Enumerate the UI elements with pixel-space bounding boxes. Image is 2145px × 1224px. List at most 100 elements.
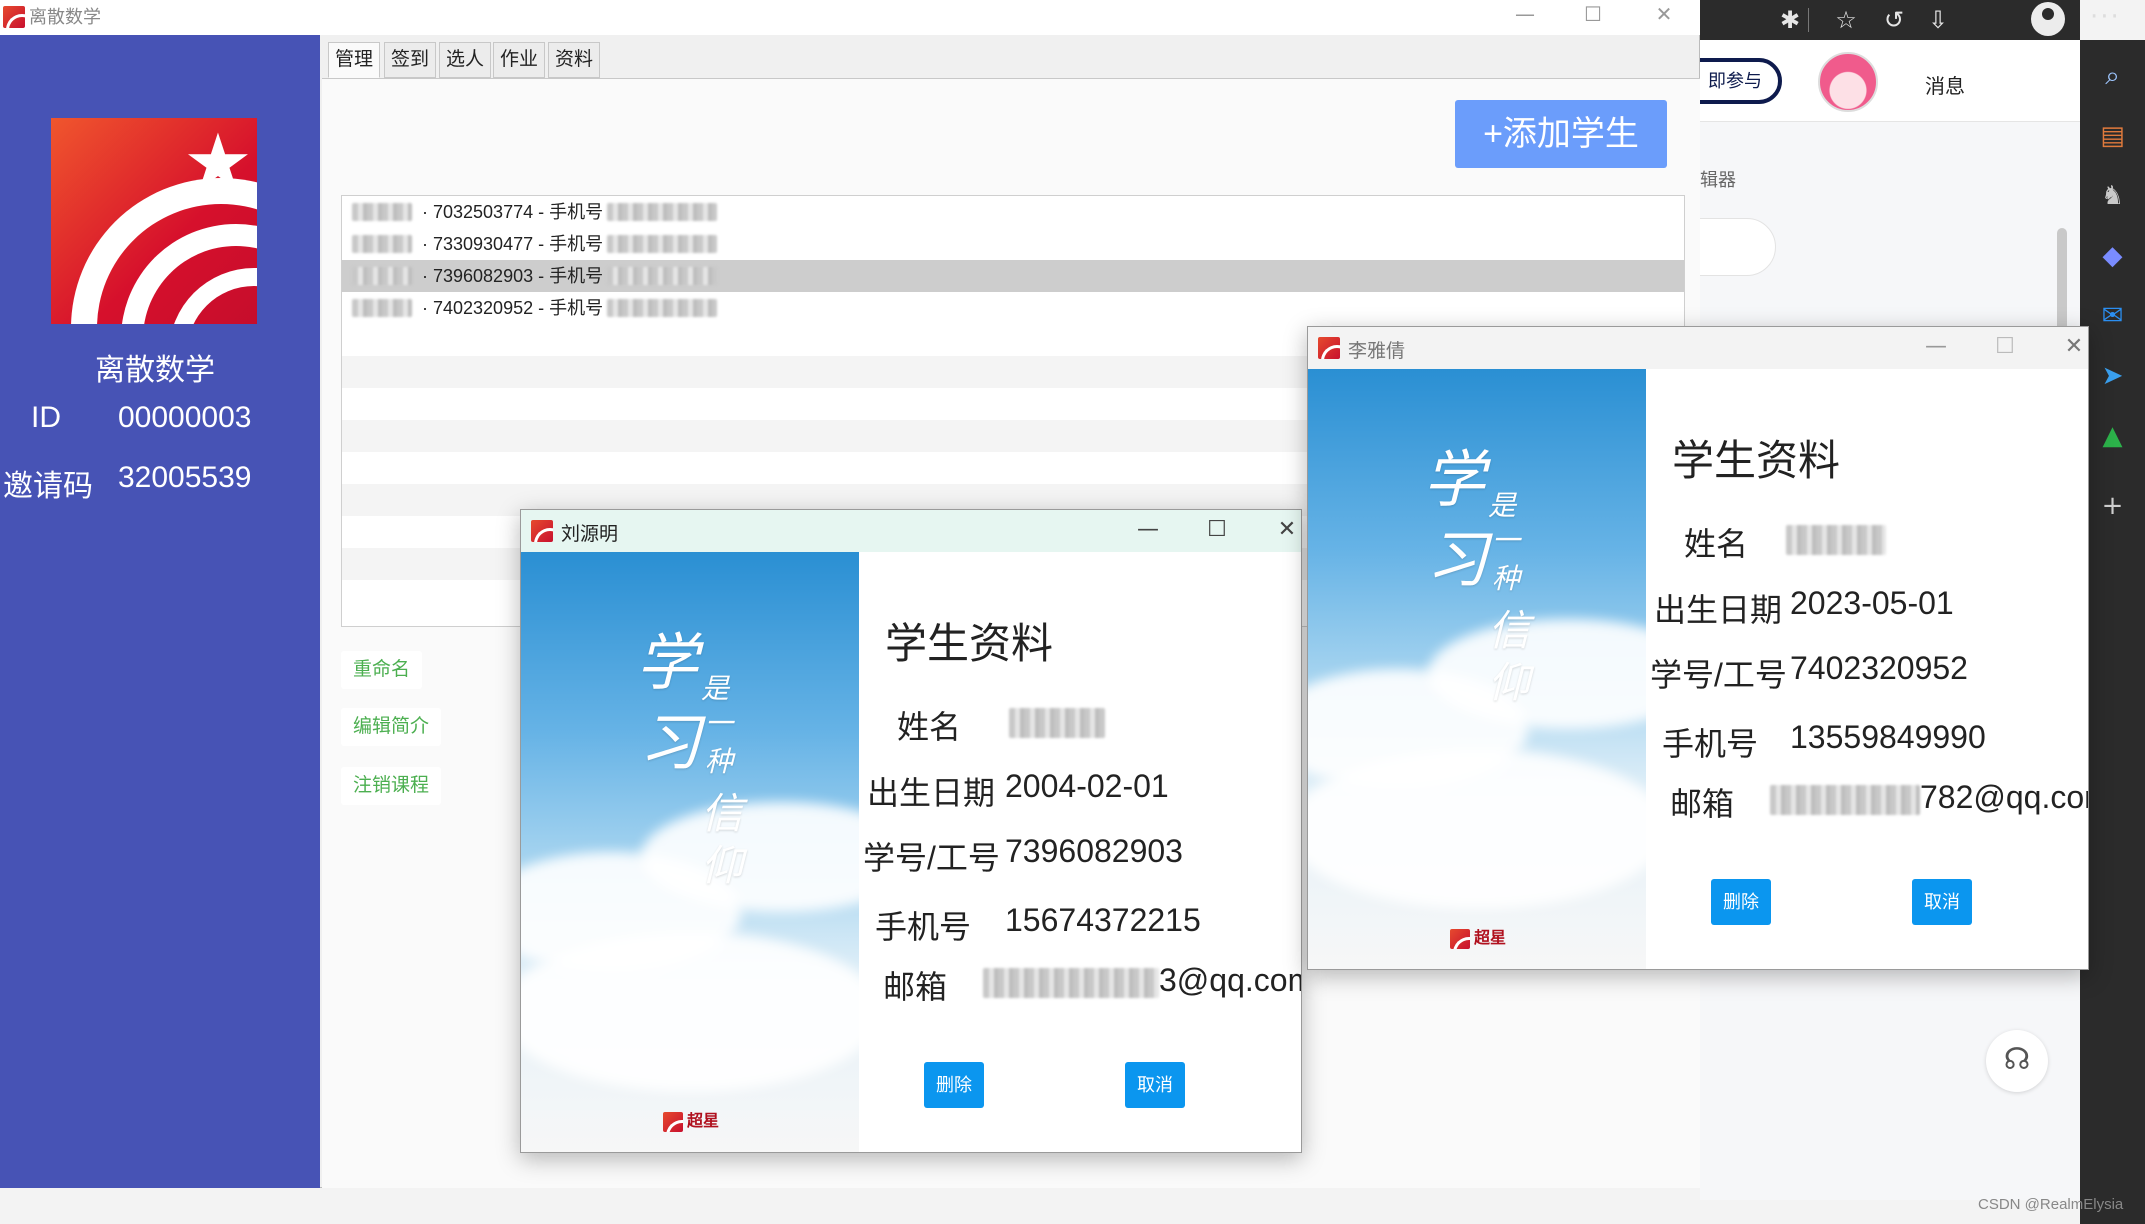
close-button[interactable]: ✕ xyxy=(1262,514,1301,546)
tab-materials[interactable]: 资料 xyxy=(548,42,600,78)
favorites-icon[interactable]: ☆ xyxy=(1828,4,1864,36)
name-label: 姓名 xyxy=(1684,526,1749,562)
course-logo-icon: ★ xyxy=(51,118,257,324)
course-id-label: ID xyxy=(31,401,61,434)
birth-value: 2004-02-01 xyxy=(1005,768,1169,804)
minimize-button[interactable]: — xyxy=(1123,514,1173,546)
redacted-phone xyxy=(607,299,717,317)
art-char: 仰 xyxy=(1488,658,1531,707)
email-label: 邮箱 xyxy=(883,969,948,1005)
redacted-email xyxy=(1770,785,1920,815)
name-label: 姓名 xyxy=(897,709,962,745)
tab-checkin[interactable]: 签到 xyxy=(384,42,436,78)
extensions-icon[interactable]: ✱ xyxy=(1772,4,1808,36)
redacted-name xyxy=(352,203,412,221)
minimize-button[interactable]: — xyxy=(1911,331,1961,363)
outlook-icon[interactable]: ✉ xyxy=(2080,294,2145,338)
birth-value: 2023-05-01 xyxy=(1790,585,1954,621)
dialog-title: 刘源明 xyxy=(561,524,619,545)
email-value: 782@qq.com xyxy=(1920,779,2088,815)
browser-toolbar: ✱ ☆ ↺ ⇩ ··· xyxy=(1700,0,2119,40)
art-char: 一 xyxy=(705,707,734,740)
downloads-icon[interactable]: ⇩ xyxy=(1920,4,1956,36)
list-item[interactable]: · 7396082903 - 手机号 xyxy=(342,260,1684,292)
birth-label: 出生日期 xyxy=(867,775,996,811)
close-button[interactable]: ✕ xyxy=(2049,331,2088,363)
dialog-title: 李雅倩 xyxy=(1348,341,1406,362)
cancel-button[interactable]: 取消 xyxy=(1125,1062,1185,1108)
list-item[interactable]: · 7402320952 - 手机号 xyxy=(342,292,1684,324)
course-id-value: 00000003 xyxy=(118,401,252,434)
art-char: 种 xyxy=(1492,562,1521,595)
maximize-button[interactable]: ☐ xyxy=(1561,0,1625,30)
art-char: 种 xyxy=(705,745,734,778)
editor-label: 辑器 xyxy=(1700,170,1736,190)
tools-icon[interactable]: ▤ xyxy=(2080,114,2145,158)
headset-icon[interactable]: ☊ xyxy=(1986,1030,2048,1092)
profile-icon[interactable] xyxy=(2031,2,2065,36)
edit-intro-button[interactable]: 编辑简介 xyxy=(341,708,442,746)
add-icon[interactable]: + xyxy=(2080,484,2145,528)
course-name: 离散数学 xyxy=(95,354,215,387)
brand-logo: 超星 xyxy=(1450,924,1506,949)
student-id-value: 7396082903 xyxy=(1005,833,1183,869)
art-char: 是 xyxy=(1488,489,1517,522)
delete-button[interactable]: 删除 xyxy=(924,1062,984,1108)
tree-icon[interactable]: ▲ xyxy=(2080,414,2145,458)
brand-text: 超星 xyxy=(687,1113,720,1130)
star-icon: ★ xyxy=(183,118,253,208)
history-icon[interactable]: ↺ xyxy=(1876,4,1912,36)
dialog-title-bar: 刘源明 — ☐ ✕ xyxy=(521,510,1301,552)
list-item-text: · 7330930477 - 手机号 xyxy=(422,234,604,254)
cancel-button[interactable]: 取消 xyxy=(1912,879,1972,925)
redacted-phone xyxy=(607,235,717,253)
tab-manage[interactable]: 管理 xyxy=(328,42,380,78)
delete-button[interactable]: 删除 xyxy=(1711,879,1771,925)
app-logo-icon xyxy=(663,1111,683,1132)
search-icon[interactable]: ⌕ xyxy=(2080,54,2145,98)
list-item[interactable]: · 7330930477 - 手机号 xyxy=(342,228,1684,260)
dialog-title-bar: 李雅倩 — ☐ ✕ xyxy=(1308,327,2088,369)
redacted-name xyxy=(352,299,412,317)
profile-heading: 学生资料 xyxy=(1672,437,1841,484)
cancel-course-button[interactable]: 注销课程 xyxy=(341,767,442,805)
more-icon[interactable]: ··· xyxy=(2090,2,2121,32)
tab-homework[interactable]: 作业 xyxy=(493,42,545,78)
watermark: CSDN @RealmElysia xyxy=(1978,1196,2124,1213)
list-item[interactable]: · 7032503774 - 手机号 xyxy=(342,196,1684,228)
close-button[interactable]: ✕ xyxy=(1632,0,1696,30)
rename-button[interactable]: 重命名 xyxy=(341,651,423,689)
list-item-text: · 7402320952 - 手机号 xyxy=(422,298,604,318)
maximize-button[interactable]: ☐ xyxy=(1980,331,2030,363)
art-char: 学 xyxy=(1423,443,1486,516)
motto-artwork: 学 习 是 一 种 信 仰 超星 xyxy=(521,552,859,1152)
redacted-email xyxy=(983,968,1159,998)
profile-heading: 学生资料 xyxy=(885,620,1054,667)
app-logo-icon xyxy=(1318,337,1340,359)
redacted-name xyxy=(352,267,412,285)
motto-artwork: 学 习 是 一 种 信 仰 超星 xyxy=(1308,369,1646,969)
invite-code-value: 32005539 xyxy=(118,461,252,494)
art-char: 是 xyxy=(701,672,730,705)
redacted-phone xyxy=(607,267,717,285)
phone-label: 手机号 xyxy=(1662,726,1759,762)
phone-value: 15674372215 xyxy=(1005,902,1201,938)
tab-pick[interactable]: 选人 xyxy=(439,42,491,78)
phone-label: 手机号 xyxy=(875,909,972,945)
redacted-name xyxy=(352,235,412,253)
art-char: 学 xyxy=(636,626,699,699)
toolbar-separator xyxy=(1808,8,1809,32)
art-char: 习 xyxy=(639,706,702,779)
user-avatar[interactable] xyxy=(1818,52,1878,112)
send-icon[interactable]: ➤ xyxy=(2080,354,2145,398)
games-icon[interactable]: ♞ xyxy=(2080,174,2145,218)
messages-link[interactable]: 消息 xyxy=(1925,70,1965,99)
app-logo-icon xyxy=(1450,928,1470,949)
add-student-button[interactable]: +添加学生 xyxy=(1455,100,1667,168)
student-id-label: 学号/工号 xyxy=(1650,657,1787,693)
minimize-button[interactable]: — xyxy=(1493,0,1557,30)
app-logo-icon xyxy=(3,6,25,28)
student-profile-dialog: 李雅倩 — ☐ ✕ 学 习 是 一 种 信 仰 超星 学生资料 姓名 出生日期 … xyxy=(1307,326,2089,970)
copilot-icon[interactable]: ◆ xyxy=(2080,234,2145,278)
maximize-button[interactable]: ☐ xyxy=(1192,514,1242,546)
